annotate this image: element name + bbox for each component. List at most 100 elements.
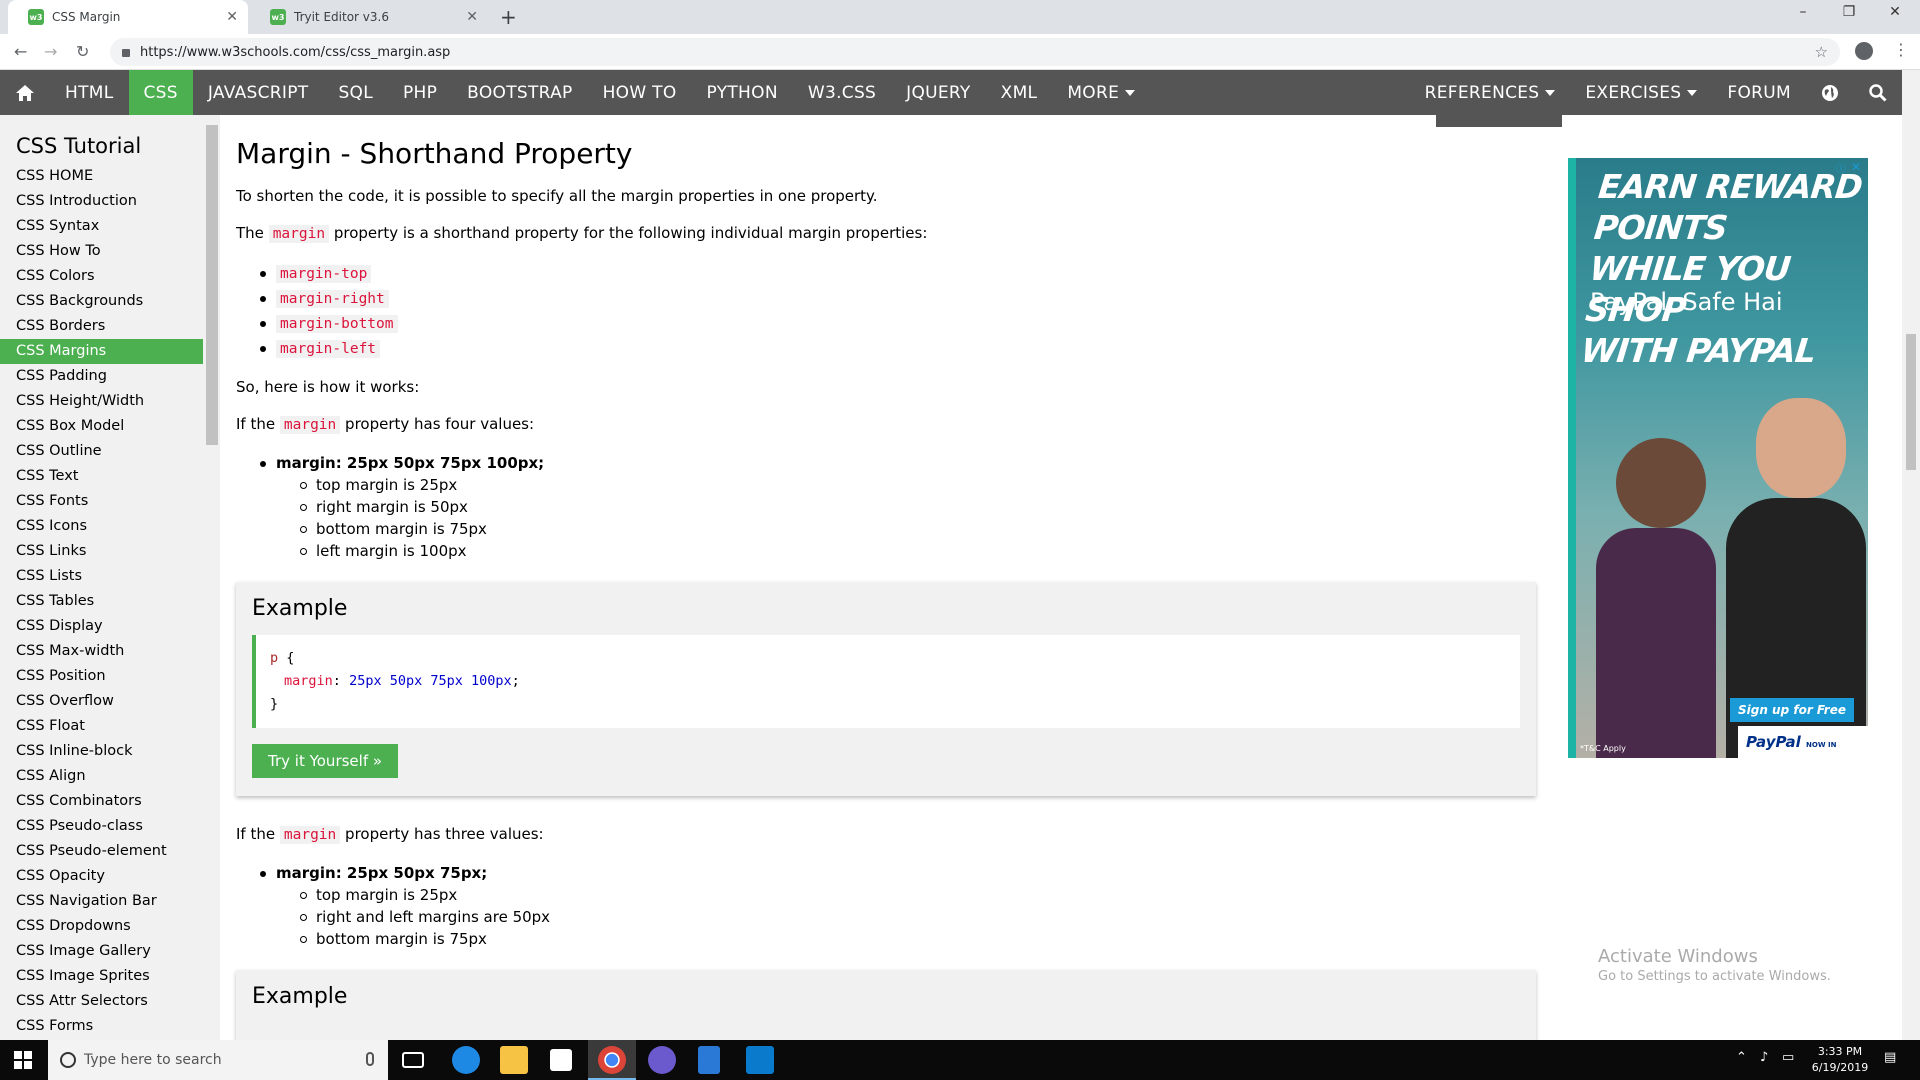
paypal-advertisement[interactable]: EARN REWARD POINTS WHILE YOU SHOP WITH P…: [1568, 158, 1868, 758]
sidebar-scroll-thumb[interactable]: [206, 125, 218, 445]
close-window-button[interactable]: ✕: [1872, 4, 1918, 20]
nav-forum[interactable]: FORUM: [1712, 70, 1806, 115]
sidebar-item-css-text[interactable]: CSS Text: [0, 464, 203, 489]
search-button[interactable]: [1854, 70, 1902, 115]
bookmark-star-icon[interactable]: ☆: [1815, 43, 1828, 61]
task-view-icon[interactable]: [402, 1052, 424, 1068]
close-tab-icon[interactable]: ✕: [226, 9, 238, 25]
sidebar-item-css-attr-selectors[interactable]: CSS Attr Selectors: [0, 989, 203, 1014]
new-tab-button[interactable]: +: [500, 5, 517, 29]
sidebar-item-css-float[interactable]: CSS Float: [0, 714, 203, 739]
maximize-button[interactable]: ❐: [1826, 4, 1872, 20]
nav-bootstrap[interactable]: BOOTSTRAP: [452, 70, 587, 115]
sidebar-item-css-padding[interactable]: CSS Padding: [0, 364, 203, 389]
notifications-icon[interactable]: ▤: [1884, 1050, 1896, 1065]
volume-icon[interactable]: ♪: [1760, 1050, 1768, 1065]
sidebar-item-css-tables[interactable]: CSS Tables: [0, 589, 203, 614]
sidebar-item-css-home[interactable]: CSS HOME: [0, 164, 203, 189]
ad-signup-button[interactable]: Sign up for Free: [1729, 698, 1854, 722]
sidebar-item-css-image-gallery[interactable]: CSS Image Gallery: [0, 939, 203, 964]
inline-code: margin-left: [276, 340, 381, 358]
sidebar-item-css-combinators[interactable]: CSS Combinators: [0, 789, 203, 814]
edge-icon[interactable]: [452, 1046, 480, 1074]
tab-css-margin[interactable]: w3 CSS Margin ✕: [8, 0, 248, 34]
notepad-icon[interactable]: [698, 1046, 720, 1074]
app-icon[interactable]: [648, 1046, 676, 1074]
sidebar-item-css-dropdowns[interactable]: CSS Dropdowns: [0, 914, 203, 939]
code-line: p {: [270, 647, 1506, 670]
sidebar-item-css-align[interactable]: CSS Align: [0, 764, 203, 789]
sidebar-item-css-image-sprites[interactable]: CSS Image Sprites: [0, 964, 203, 989]
page-scrollbar[interactable]: [1902, 70, 1920, 1040]
sidebar-item-css-colors[interactable]: CSS Colors: [0, 264, 203, 289]
nav-javascript[interactable]: JAVASCRIPT: [193, 70, 324, 115]
sidebar-item-css-links[interactable]: CSS Links: [0, 539, 203, 564]
sidebar-item-css-inline-block[interactable]: CSS Inline-block: [0, 739, 203, 764]
sidebar-item-css-overflow[interactable]: CSS Overflow: [0, 689, 203, 714]
nav-html[interactable]: HTML: [50, 70, 129, 115]
code-brace: {: [286, 650, 295, 666]
try-it-yourself-button[interactable]: Try it Yourself »: [252, 744, 399, 778]
nav-references[interactable]: REFERENCES: [1410, 70, 1571, 115]
sidebar-item-css-opacity[interactable]: CSS Opacity: [0, 864, 203, 889]
nav-w3css[interactable]: W3.CSS: [793, 70, 891, 115]
sidebar-item-css-icons[interactable]: CSS Icons: [0, 514, 203, 539]
ad-info-icon[interactable]: ⓘ: [1836, 160, 1846, 175]
forward-arrow-icon[interactable]: →: [44, 42, 57, 61]
sidebar-item-css-max-width[interactable]: CSS Max-width: [0, 639, 203, 664]
show-hidden-icons[interactable]: ⌃: [1736, 1050, 1747, 1065]
network-icon[interactable]: ▭: [1782, 1050, 1794, 1065]
nav-php[interactable]: PHP: [388, 70, 452, 115]
nav-how-to[interactable]: HOW TO: [588, 70, 692, 115]
ad-close-icon[interactable]: ✕: [1851, 160, 1861, 174]
sidebar-item-css-outline[interactable]: CSS Outline: [0, 439, 203, 464]
code-example: p { margin: 25px 50px 75px 100px; }: [252, 635, 1520, 728]
address-bar[interactable]: https://www.w3schools.com/css/css_margin…: [110, 38, 1840, 66]
nav-exercises[interactable]: EXERCISES: [1570, 70, 1712, 115]
sidebar-item-css-box-model[interactable]: CSS Box Model: [0, 414, 203, 439]
sidebar-item-css-navigation-bar[interactable]: CSS Navigation Bar: [0, 889, 203, 914]
sidebar-item-css-how-to[interactable]: CSS How To: [0, 239, 203, 264]
sidebar-item-css-syntax[interactable]: CSS Syntax: [0, 214, 203, 239]
globe-button[interactable]: [1806, 70, 1854, 115]
microphone-icon[interactable]: [366, 1052, 374, 1066]
windows-start-icon[interactable]: [14, 1051, 32, 1069]
home-button[interactable]: [0, 70, 50, 115]
sidebar-item-css-introduction[interactable]: CSS Introduction: [0, 189, 203, 214]
tab-tryit-editor[interactable]: w3 Tryit Editor v3.6 ✕: [250, 0, 488, 34]
sidebar-item-css-pseudo-class[interactable]: CSS Pseudo-class: [0, 814, 203, 839]
sidebar-item-css-position[interactable]: CSS Position: [0, 664, 203, 689]
sidebar-item-css-backgrounds[interactable]: CSS Backgrounds: [0, 289, 203, 314]
code-selector: p: [270, 650, 279, 666]
taskbar-search-input[interactable]: Type here to search: [48, 1040, 388, 1080]
file-explorer-icon[interactable]: [500, 1046, 528, 1074]
back-arrow-icon[interactable]: ←: [14, 42, 27, 61]
sidebar-item-css-margins[interactable]: CSS Margins: [0, 339, 203, 364]
three-values-head: margin: 25px 50px 75px;: [260, 862, 1536, 884]
browser-menu-icon[interactable]: ⋮: [1893, 40, 1909, 59]
sidebar-item-css-pseudo-element[interactable]: CSS Pseudo-element: [0, 839, 203, 864]
minimize-button[interactable]: –: [1780, 4, 1826, 20]
nav-python[interactable]: PYTHON: [692, 70, 793, 115]
profile-avatar-icon[interactable]: [1855, 42, 1873, 60]
sidebar-item-css-display[interactable]: CSS Display: [0, 614, 203, 639]
nav-xml[interactable]: XML: [986, 70, 1053, 115]
page-scroll-thumb[interactable]: [1906, 334, 1916, 470]
sidebar-scrollbar[interactable]: [206, 115, 218, 1040]
chrome-icon[interactable]: [598, 1046, 626, 1074]
vscode-icon[interactable]: [746, 1046, 774, 1074]
taskbar-clock[interactable]: 3:33 PM 6/19/2019: [1800, 1044, 1880, 1076]
store-icon[interactable]: [550, 1049, 572, 1071]
ad-brand: PayPal: [1746, 733, 1801, 751]
close-tab-icon[interactable]: ✕: [466, 9, 478, 25]
sidebar-item-css-height-width[interactable]: CSS Height/Width: [0, 389, 203, 414]
nav-css[interactable]: CSS: [128, 70, 193, 115]
sidebar-item-css-lists[interactable]: CSS Lists: [0, 564, 203, 589]
reload-icon[interactable]: ↻: [76, 42, 89, 61]
nav-sql[interactable]: SQL: [323, 70, 388, 115]
nav-more[interactable]: MORE: [1052, 70, 1150, 115]
nav-jquery[interactable]: JQUERY: [891, 70, 986, 115]
sidebar-item-css-forms[interactable]: CSS Forms: [0, 1014, 203, 1039]
sidebar-item-css-fonts[interactable]: CSS Fonts: [0, 489, 203, 514]
sidebar-item-css-borders[interactable]: CSS Borders: [0, 314, 203, 339]
